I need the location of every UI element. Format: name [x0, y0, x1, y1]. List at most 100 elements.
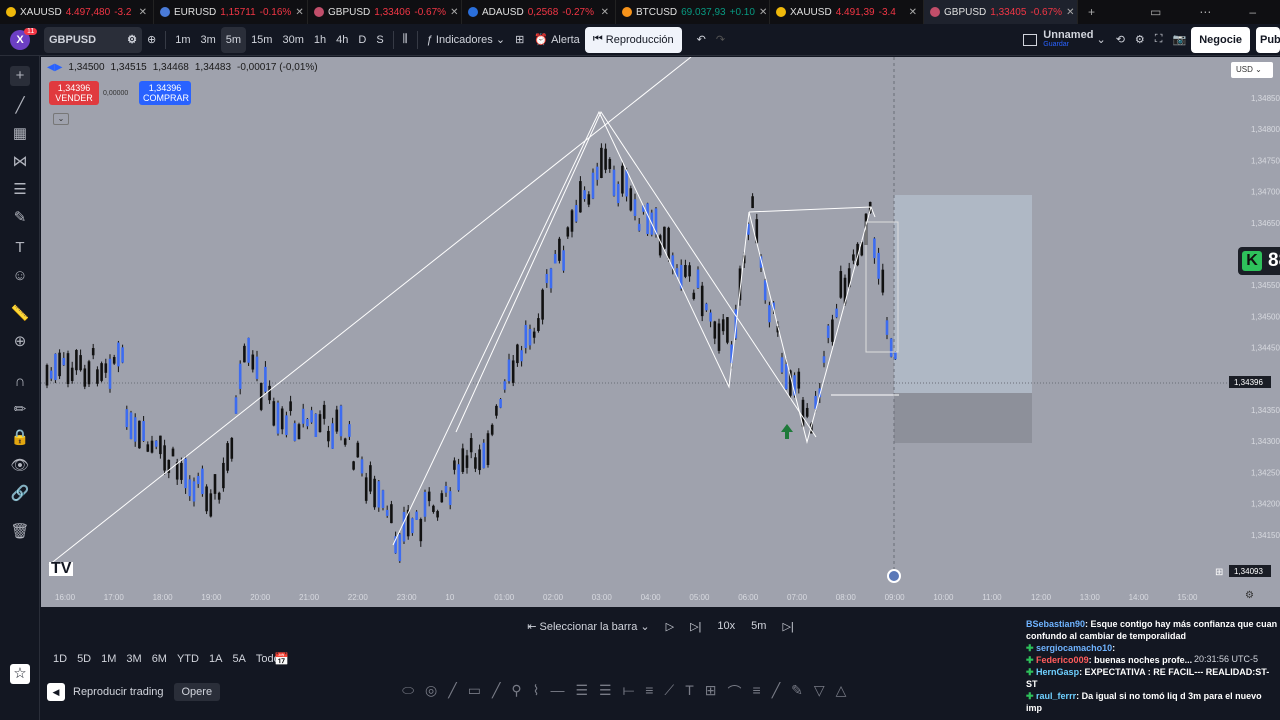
rect-icon[interactable]: ▭ [468, 682, 481, 702]
replay-mode-icon[interactable]: ◀▶ [47, 62, 62, 73]
channel-icon[interactable]: ☰ [575, 682, 588, 702]
range-1d[interactable]: 1D [53, 653, 67, 665]
settings-icon[interactable]: ⚙ [1130, 27, 1150, 53]
interval-30m[interactable]: 30m [277, 27, 308, 53]
interval-5m[interactable]: 5m [220, 26, 247, 53]
brush-icon[interactable]: ✎ [10, 208, 30, 228]
candlestick-chart[interactable]: 1,348501,348001,347501,347001,346501,346… [41, 57, 1280, 607]
chart-pane[interactable]: 1,348501,348001,347501,347001,346501,346… [41, 57, 1280, 607]
interval-1m[interactable]: 1m [170, 27, 195, 53]
publish-button[interactable]: Publi [1256, 26, 1280, 53]
close-tab-icon[interactable]: ✕ [909, 7, 917, 18]
chart-type-icon[interactable]: ⫼ [398, 27, 413, 53]
trendline-icon[interactable]: ╱ [10, 96, 30, 116]
new-tab-button[interactable]: + [1088, 0, 1095, 24]
ray-icon[interactable]: ╱ [492, 682, 500, 702]
arrow-down-icon[interactable]: ▽ [814, 682, 825, 702]
emoji-icon[interactable]: ☺ [10, 266, 30, 286]
browser-tab[interactable]: XAUUSD 4.491,39 -3.4 ✕ [770, 0, 924, 24]
text-icon[interactable]: T [10, 238, 30, 258]
close-tab-icon[interactable]: ✕ [601, 7, 609, 18]
range-ytd[interactable]: YTD [177, 653, 199, 665]
close-tab-icon[interactable]: ✕ [759, 7, 767, 18]
browser-tab[interactable]: EURUSD 1,15711 -0.16% ✕ [154, 0, 308, 24]
speed-selector[interactable]: 10x [717, 620, 735, 632]
fork-icon[interactable]: ⚲ [511, 682, 521, 702]
path-icon[interactable]: ⟋ [664, 682, 674, 702]
dots-icon[interactable]: ⋯ [1199, 5, 1211, 19]
redo-icon[interactable]: ↷ [711, 27, 730, 53]
interval-4h[interactable]: 4h [331, 27, 353, 53]
browser-tab[interactable]: GBPUSD 1,33405 -0.67% ✕ [924, 0, 1078, 24]
interval-1h[interactable]: 1h [309, 27, 331, 53]
shape-icon[interactable]: ⬭ [402, 682, 414, 702]
line-icon[interactable]: ╱ [448, 682, 456, 702]
lock-icon[interactable]: 🔒 [10, 428, 30, 448]
user-avatar[interactable]: X 11 [0, 27, 40, 50]
pattern-icon[interactable]: ⋈ [10, 152, 30, 172]
interval-S[interactable]: S [371, 27, 388, 53]
hline-icon[interactable]: — [550, 682, 564, 702]
replay-trading-label[interactable]: Reproducir trading [73, 686, 164, 698]
lock-drawing-icon[interactable]: ✏ [10, 400, 30, 420]
triangle-lines[interactable] [455, 110, 817, 438]
zigzag-icon[interactable]: ⌇ [533, 682, 540, 702]
indicators-button[interactable]: ƒ Indicadores ⌄ [422, 27, 510, 53]
browser-tab[interactable]: BTCUSD 69.037,93 +0.10 ✕ [616, 0, 770, 24]
close-tab-icon[interactable]: ✕ [295, 7, 303, 18]
ruler-tool-icon[interactable]: ⟝ [623, 682, 635, 702]
zoom-icon[interactable]: ⊕ [10, 332, 30, 352]
symbol-search[interactable]: GBPUSD ⚙ [44, 26, 142, 53]
crosshair-icon[interactable]: + [10, 66, 30, 86]
fib-tool-icon[interactable]: ☰ [599, 682, 612, 702]
browser-tab[interactable]: ADAUSD 0,2568 -0.27% ✕ [462, 0, 616, 24]
compare-button[interactable]: ⊕ [142, 27, 161, 53]
buy-button[interactable]: 1,34396 COMPRAR [139, 81, 191, 105]
replay-interval-selector[interactable]: 5m [751, 620, 766, 632]
close-tab-icon[interactable]: ✕ [1066, 7, 1074, 18]
eye-icon[interactable]: 👁 [10, 456, 30, 476]
axis-settings-icon[interactable]: ⚙ [1245, 590, 1254, 601]
fullscreen-icon[interactable]: ⛶ [1150, 27, 1168, 53]
pen-icon[interactable]: ╱ [772, 682, 780, 702]
curve-icon[interactable]: ⌒ [728, 682, 742, 702]
alert-button[interactable]: ⏰ Alerta [529, 27, 585, 53]
target-zone[interactable] [894, 195, 1032, 393]
favorite-star-icon[interactable]: ☆ [10, 664, 30, 684]
replay-button[interactable]: ⏮ Reproducción [584, 26, 682, 53]
browser-tab[interactable]: XAUUSD 4.497,480 -3.2 ✕ [0, 0, 154, 24]
brush-tool-icon[interactable]: ✎ [791, 682, 803, 702]
circle-icon[interactable]: ◎ [425, 682, 437, 702]
currency-selector[interactable]: USD ⌄ [1231, 62, 1273, 78]
symbol-settings-icon[interactable]: ⚙ [127, 33, 137, 46]
browser-tab[interactable]: GBPUSD 1,33406 -0.67% ✕ [308, 0, 462, 24]
text-tool-icon[interactable]: T [685, 682, 694, 702]
sell-button[interactable]: 1,34396 VENDER [49, 81, 99, 105]
scale-settings-icon[interactable]: ⊞ [1215, 567, 1223, 578]
fib-icon[interactable]: ▦ [10, 124, 30, 144]
close-tab-icon[interactable]: ✕ [450, 7, 458, 18]
object-tree-icon[interactable]: ⟲ [1111, 27, 1130, 53]
select-bar-button[interactable]: ⇤ Seleccionar la barra ⌄ [527, 620, 649, 633]
interval-3m[interactable]: 3m [196, 27, 221, 53]
trash-icon[interactable]: 🗑 [10, 522, 30, 542]
collapse-legend-icon[interactable]: ⌄ [53, 113, 69, 125]
grid-icon[interactable]: ⊞ [705, 682, 717, 702]
levels-icon[interactable]: ≡ [645, 682, 653, 702]
interval-D[interactable]: D [353, 27, 371, 53]
camera-icon[interactable]: 📷 [1168, 27, 1192, 53]
layout-icon[interactable]: ▭ [1150, 5, 1161, 19]
interval-15m[interactable]: 15m [246, 27, 277, 53]
ruler-icon[interactable]: 📏 [10, 304, 30, 324]
range-3m[interactable]: 3M [126, 653, 141, 665]
range-5d[interactable]: 5D [77, 653, 91, 665]
date-range-icon[interactable]: 📅 [274, 652, 289, 666]
step-forward-icon[interactable]: ▷| [690, 620, 701, 633]
arrow-up-icon[interactable]: △ [836, 682, 847, 702]
undo-icon[interactable]: ↶ [692, 27, 711, 53]
layout-save[interactable]: Unnamed Guardar ⌄ [1018, 27, 1110, 53]
replay-cursor-icon[interactable] [887, 569, 901, 583]
projection-icon[interactable]: ☰ [10, 180, 30, 200]
layouts-icon[interactable]: ⊞ [510, 27, 529, 53]
jump-to-realtime-icon[interactable]: ▷| [782, 620, 793, 633]
